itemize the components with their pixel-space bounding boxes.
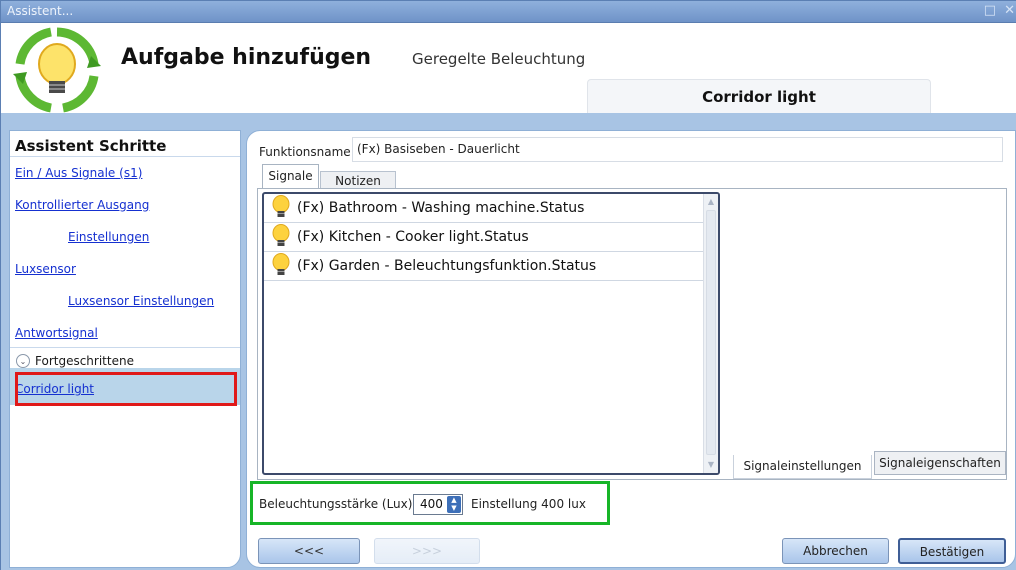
step-link-response-signal[interactable]: Antwortsignal	[15, 326, 98, 340]
step-link-lux-sensor-settings[interactable]: Luxsensor Einstellungen	[68, 294, 214, 308]
content-panel: Funktionsname (Fx) Basiseben - Dauerlich…	[246, 130, 1016, 568]
chevron-down-icon: ⌄	[16, 354, 30, 368]
step-link-lux-sensor[interactable]: Luxsensor	[15, 262, 76, 276]
assistant-window: Assistent... □ ✕ Aufgabe hinzufügen Gere…	[0, 0, 1016, 570]
forward-button[interactable]: >>>	[374, 538, 480, 564]
scrollbar-thumb[interactable]	[706, 210, 716, 455]
active-step-highlight	[15, 372, 237, 406]
signal-label: (Fx) Garden - Beleuchtungsfunktion.Statu…	[297, 258, 597, 274]
divider	[10, 347, 240, 348]
window-title: Assistent...	[7, 4, 74, 18]
cancel-button[interactable]: Abbrechen	[782, 538, 889, 564]
stepper-arrows-icon[interactable]: ▲ ▼	[447, 496, 461, 513]
signal-list-scrollbar[interactable]: ▲ ▼	[703, 194, 718, 473]
signal-row[interactable]: (Fx) Garden - Beleuchtungsfunktion.Statu…	[264, 252, 703, 281]
tab-signal-settings[interactable]: Signaleinstellungen	[733, 455, 872, 479]
tab-signals[interactable]: Signale	[262, 164, 319, 188]
window-controls[interactable]: □ ✕	[984, 3, 1016, 18]
step-link-settings[interactable]: Einstellungen	[68, 230, 149, 244]
page-subtitle: Geregelte Beleuchtung	[412, 50, 586, 68]
page-title: Aufgabe hinzufügen	[121, 45, 372, 70]
lightbulb-icon	[272, 195, 290, 217]
lux-setting-highlight: Beleuchtungsstärke (Lux) 400 ▲ ▼ Einstell…	[250, 481, 610, 525]
scroll-down-icon[interactable]: ▼	[706, 460, 716, 470]
wizard-steps-panel: Assistent Schritte Ein / Aus Signale (s1…	[9, 130, 241, 568]
scroll-up-icon[interactable]: ▲	[706, 197, 716, 207]
signal-label: (Fx) Bathroom - Washing machine.Status	[297, 200, 585, 216]
signal-row[interactable]: (Fx) Kitchen - Cooker light.Status	[264, 223, 703, 252]
signal-detail-tabs: Signaleinstellungen Signaleigenschaften	[733, 451, 1009, 479]
lightbulb-icon	[272, 224, 290, 246]
signal-label: (Fx) Kitchen - Cooker light.Status	[297, 229, 529, 245]
confirm-button[interactable]: Bestätigen	[898, 538, 1006, 564]
step-link-on-off-signals[interactable]: Ein / Aus Signale (s1)	[15, 166, 142, 180]
function-name-label: Funktionsname	[259, 145, 351, 159]
title-bar: Assistent... □ ✕	[1, 1, 1016, 23]
signal-row[interactable]: (Fx) Bathroom - Washing machine.Status	[264, 194, 703, 223]
advanced-label: Fortgeschrittene	[35, 354, 134, 368]
step-link-controlled-output[interactable]: Kontrollierter Ausgang	[15, 198, 149, 212]
lux-label: Beleuchtungsstärke (Lux)	[259, 497, 413, 511]
lightbulb-cycle-logo-icon	[13, 27, 101, 113]
lux-value[interactable]: 400	[420, 497, 443, 511]
lux-description: Einstellung 400 lux	[471, 497, 586, 511]
back-button[interactable]: <<<	[258, 538, 360, 564]
divider	[10, 156, 240, 157]
task-name-tab[interactable]: Corridor light	[587, 79, 931, 113]
tab-signal-properties[interactable]: Signaleigenschaften	[874, 451, 1006, 475]
lux-stepper[interactable]: 400 ▲ ▼	[413, 494, 463, 515]
signals-tab-panel: (Fx) Bathroom - Washing machine.Status (…	[257, 188, 1007, 480]
lightbulb-icon	[272, 253, 290, 275]
steps-title: Assistent Schritte	[15, 137, 167, 155]
function-name-input[interactable]: (Fx) Basiseben - Dauerlicht	[352, 137, 1003, 162]
signal-list[interactable]: (Fx) Bathroom - Washing machine.Status (…	[262, 192, 720, 475]
